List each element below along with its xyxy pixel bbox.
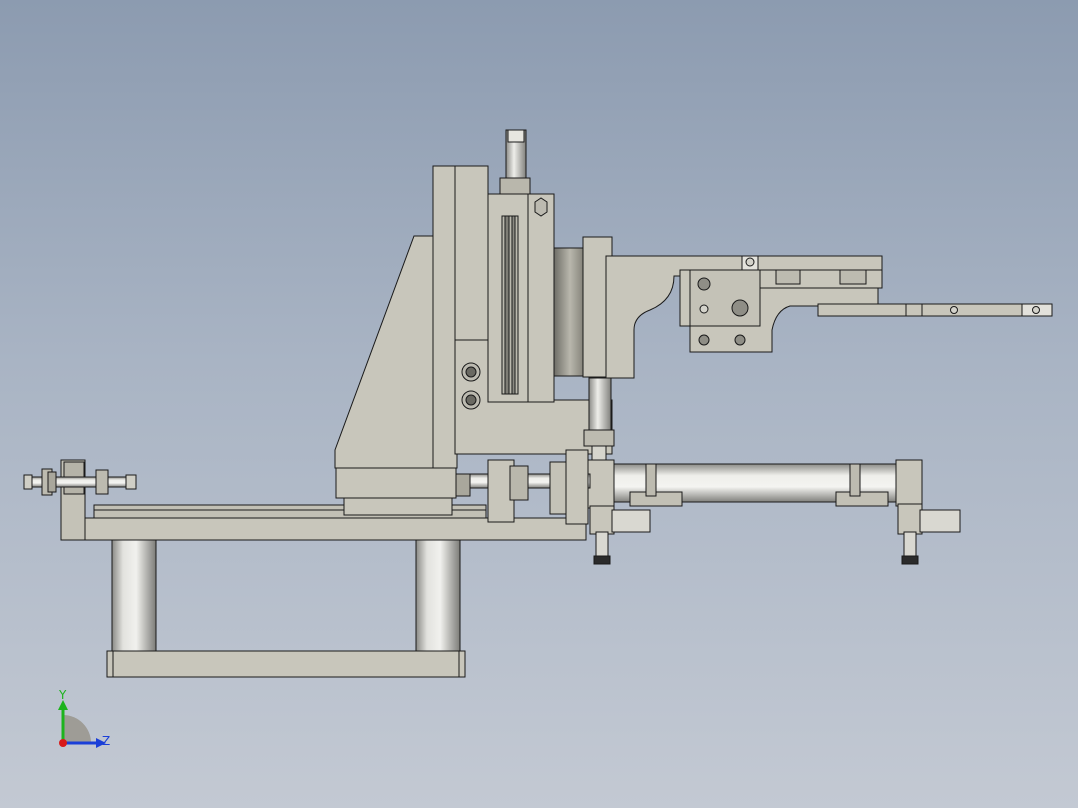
slide-hex-port: [534, 197, 548, 217]
finger-hole-a: [950, 306, 958, 314]
gripper-jaw-face: [689, 269, 761, 327]
support-pillar-right: [415, 539, 461, 652]
support-gusset: [334, 235, 435, 469]
cad-model: [23, 129, 1053, 678]
jaw-screw-d: [745, 257, 755, 267]
bracket-bolt-upper-head: [465, 366, 477, 378]
carriage-base-block: [335, 467, 457, 499]
gripper-clip-a: [775, 269, 801, 285]
left-stop-nut-c: [95, 469, 109, 495]
cylinder-rear-cap: [895, 459, 923, 507]
top-rod-nut: [499, 177, 531, 195]
jaw-screw-c: [731, 299, 749, 317]
rod-flange-nut: [549, 461, 567, 515]
fitting-front-body: [589, 505, 615, 535]
fitting-rear-cap: [901, 555, 919, 565]
left-stop-screw-end: [125, 474, 137, 490]
triad-z-label: Z: [102, 734, 110, 748]
vertical-column-plate: [432, 165, 458, 469]
left-stop-screw-tip: [23, 474, 33, 490]
jaw-screw-e: [698, 334, 710, 346]
rod-coupler: [455, 473, 471, 497]
cylinder-sensor-b: [849, 463, 861, 497]
assembly-drawing[interactable]: Y Z: [0, 0, 1078, 808]
stopper-rod: [588, 377, 612, 433]
jaw-screw-a: [697, 277, 711, 291]
top-piston-rod-tip: [507, 129, 525, 143]
finger-hole-b: [1032, 306, 1040, 314]
support-pillar-left: [111, 539, 157, 652]
bracket-bolt-lower-head: [465, 394, 477, 406]
stopper-nut: [583, 429, 615, 447]
rod-end-nut: [509, 465, 529, 501]
triad-x-axis: [59, 739, 67, 747]
rod-flange: [565, 449, 589, 525]
fitting-rear-stem: [903, 531, 917, 559]
vertical-slide-groove-a: [504, 215, 510, 395]
triad-y-label: Y: [58, 688, 67, 702]
fitting-front-cap: [593, 555, 611, 565]
vertical-slide-groove-b: [511, 215, 516, 395]
cad-viewport[interactable]: Y Z: [0, 0, 1078, 808]
vertical-slide-guide: [501, 215, 519, 395]
fitting-rear-body: [897, 503, 923, 535]
gripper-finger-bar: [817, 303, 1053, 317]
orientation-triad: Y Z: [58, 688, 110, 748]
cylinder-clamp-b: [835, 491, 889, 507]
bottom-base-plate: [106, 650, 466, 678]
left-stop-nut-b: [47, 471, 57, 493]
jaw-screw-f: [734, 334, 746, 346]
gripper-clip-b: [839, 269, 867, 285]
rotary-actuator-drum: [553, 247, 587, 377]
fitting-front-elbow: [611, 509, 651, 533]
fitting-rear-elbow: [919, 509, 961, 533]
jaw-screw-b: [699, 304, 709, 314]
triad-arc: [63, 715, 91, 743]
cylinder-sensor-a: [645, 463, 657, 497]
fitting-front-stem: [595, 531, 609, 559]
vertical-slide-body: [487, 193, 555, 403]
